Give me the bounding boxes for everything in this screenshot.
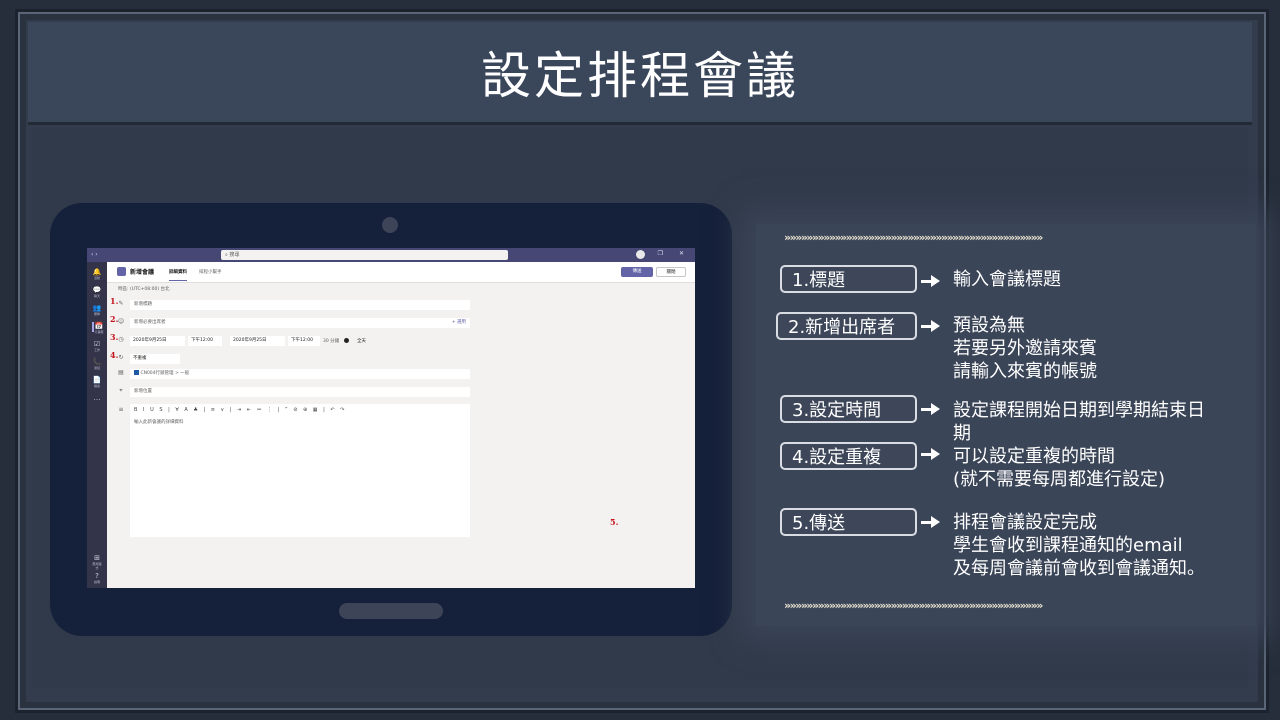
allday-toggle[interactable] bbox=[344, 338, 349, 343]
rail-apps-icon[interactable]: ⊞ 應用程式 bbox=[92, 554, 102, 570]
title-input[interactable]: 新增標題 bbox=[130, 300, 470, 310]
allday-label: 全天 bbox=[357, 339, 366, 344]
rail-files-icon[interactable]: 📄 檔案 bbox=[92, 376, 102, 388]
end-time-picker[interactable]: 下午12:00 bbox=[288, 336, 320, 346]
teams-title-bar: ‹ › ⌕ 搜尋 – ❐ ✕ bbox=[87, 248, 695, 262]
arrow-right-icon bbox=[921, 320, 940, 332]
rail-calls-icon[interactable]: 📞 通話 bbox=[92, 358, 102, 370]
duration-label: 30 分鐘 bbox=[323, 339, 340, 344]
arrow-right-icon bbox=[921, 516, 940, 528]
optional-attendees-link[interactable]: + 選用 bbox=[452, 318, 466, 328]
search-input[interactable]: ⌕ 搜尋 bbox=[221, 250, 508, 260]
title-bar: 設定排程會議 bbox=[28, 22, 1252, 125]
step-3-label: 3.設定時間 bbox=[780, 395, 917, 423]
camera-icon bbox=[382, 217, 398, 233]
format-toolbar[interactable]: B I U S | ∀ A ♣ | ≡ ∨ | ⇥ ⇤ ≔ ⋮ | ” ⊘ ⊕ … bbox=[134, 407, 346, 413]
arrow-right-icon bbox=[921, 448, 940, 460]
details-icon: ≡ bbox=[118, 406, 124, 413]
step-4-label: 4.設定重複 bbox=[780, 442, 917, 470]
step-4-desc: 可以設定重複的時間 (就不需要每周都進行設定) bbox=[953, 446, 1166, 490]
rail-activity-icon[interactable]: 🔔 活動 bbox=[92, 268, 102, 280]
laptop-device: ‹ › ⌕ 搜尋 – ❐ ✕ 🔔 活動 💬 聊天 👥 團隊 📅 行事曆 ☑ 工作 📞 通話 … bbox=[50, 203, 732, 636]
step-2-label: 2.新增出席者 bbox=[776, 312, 917, 340]
rail-more-icon[interactable]: … bbox=[92, 394, 102, 404]
step-3-desc: 設定課程開始日期到學期結束日 期 bbox=[953, 400, 1205, 444]
end-date-picker[interactable]: 2020年9月25日 bbox=[230, 336, 285, 346]
rail-chat-icon[interactable]: 💬 聊天 bbox=[92, 286, 102, 298]
attendees-placeholder: 新增必要出席者 bbox=[134, 320, 166, 325]
details-placeholder: 輸入此新會議的詳細資料 bbox=[134, 420, 184, 425]
location-input[interactable]: 新增位置 bbox=[130, 387, 470, 397]
app-rail: 🔔 活動 💬 聊天 👥 團隊 📅 行事曆 ☑ 工作 📞 通話 📄 檔案 … ⊞ 應用程式 ? 說明 bbox=[87, 262, 107, 588]
step-2-desc: 預設為無 若要另外邀請來賓 請輸入來賓的帳號 bbox=[953, 315, 1097, 382]
top-chevron-divider: »»»»»»»»»»»»»»»»»»»»»»»»»»»»»»»»»»»»»»»»… bbox=[784, 231, 1043, 244]
marker-5: 5. bbox=[610, 517, 619, 527]
pencil-icon: ✎ bbox=[118, 300, 124, 307]
step-1-desc: 輸入會議標題 bbox=[953, 269, 1061, 290]
rail-tasks-icon[interactable]: ☑ 工作 bbox=[92, 340, 102, 352]
start-date-picker[interactable]: 2020年9月25日 bbox=[130, 336, 185, 346]
tab-scheduling-assistant[interactable]: 排程小幫手 bbox=[199, 269, 222, 275]
repeat-select[interactable]: 不重複 bbox=[130, 354, 180, 364]
meeting-header: 新增會議 詳細資料 排程小幫手 傳送 關閉 bbox=[107, 262, 695, 283]
search-placeholder: 搜尋 bbox=[229, 252, 240, 258]
slide-title: 設定排程會議 bbox=[481, 47, 799, 105]
repeat-icon: ↻ bbox=[118, 354, 124, 361]
channel-select[interactable]: CN004行銷管理 > 一般 bbox=[130, 369, 470, 379]
step-5-label: 5.傳送 bbox=[780, 508, 917, 536]
step-1-label: 1.標題 bbox=[780, 265, 917, 293]
window-controls[interactable]: – ❐ ✕ bbox=[639, 250, 691, 257]
rail-help-icon[interactable]: ? 說明 bbox=[92, 572, 102, 584]
calendar-app-icon bbox=[117, 267, 126, 276]
details-editor[interactable]: B I U S | ∀ A ♣ | ≡ ∨ | ⇥ ⇤ ≔ ⋮ | ” ⊘ ⊕ … bbox=[130, 404, 470, 537]
close-button[interactable]: 關閉 bbox=[656, 267, 686, 277]
channel-icon: ▤ bbox=[118, 369, 124, 376]
people-icon: ☺ bbox=[117, 318, 125, 325]
attendees-input[interactable]: 新增必要出席者 + 選用 bbox=[130, 318, 470, 328]
arrow-right-icon bbox=[921, 275, 940, 287]
rail-teams-icon[interactable]: 👥 團隊 bbox=[92, 304, 102, 316]
divider bbox=[107, 282, 695, 283]
teams-screen: ‹ › ⌕ 搜尋 – ❐ ✕ 🔔 活動 💬 聊天 👥 團隊 📅 行事曆 ☑ 工作 📞 通話 … bbox=[87, 248, 695, 588]
channel-value: CN004行銷管理 > 一般 bbox=[140, 371, 190, 376]
tab-details[interactable]: 詳細資料 bbox=[169, 269, 187, 281]
start-time-picker[interactable]: 下午12:00 bbox=[188, 336, 222, 346]
bottom-chevron-divider: »»»»»»»»»»»»»»»»»»»»»»»»»»»»»»»»»»»»»»»»… bbox=[784, 599, 1043, 612]
rail-calendar-icon[interactable]: 📅 行事曆 bbox=[92, 322, 104, 334]
arrow-right-icon bbox=[921, 403, 940, 415]
send-button[interactable]: 傳送 bbox=[621, 267, 653, 277]
timezone-selector[interactable]: 時區: (UTC+08:00) 台北 bbox=[118, 286, 170, 292]
clock-icon: ◷ bbox=[118, 336, 124, 343]
step-5-desc: 排程會議設定完成 學生會收到課程通知的email 及每周會議前會收到會議通知。 bbox=[953, 512, 1205, 579]
home-button bbox=[339, 603, 443, 619]
location-icon: ⌖ bbox=[119, 387, 123, 394]
back-forward-icon[interactable]: ‹ › bbox=[91, 251, 98, 258]
meeting-title-label: 新增會議 bbox=[130, 269, 155, 276]
channel-badge-icon bbox=[134, 370, 139, 375]
